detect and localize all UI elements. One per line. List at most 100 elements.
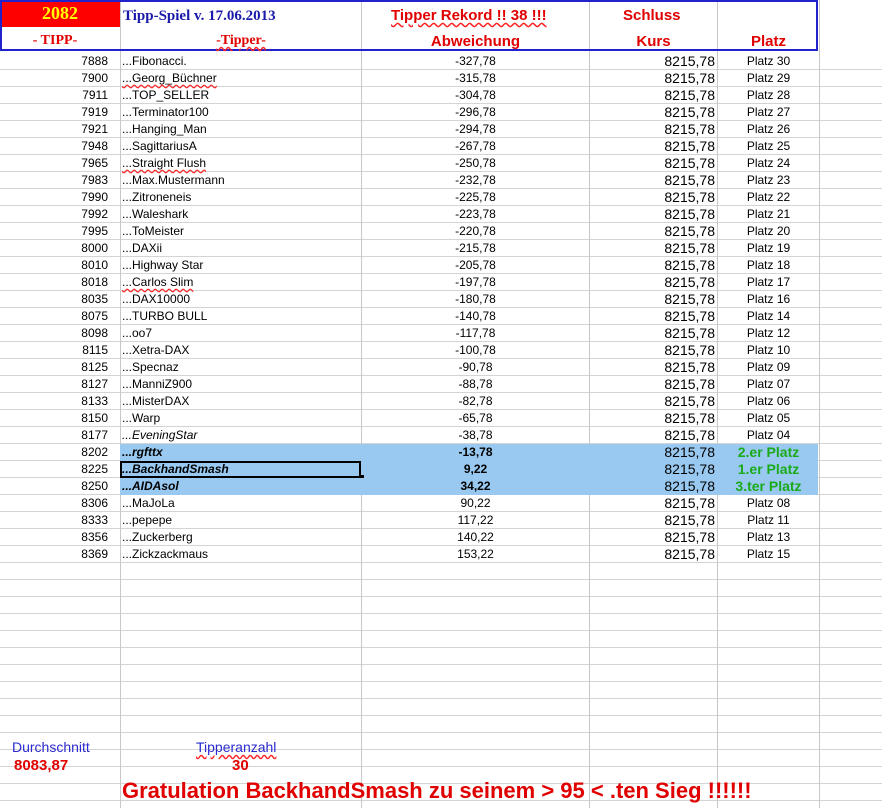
abweichung-cell[interactable]: 34,22 <box>362 478 589 495</box>
tipper-rekord[interactable]: Tipper Rekord !! 38 !!! <box>391 7 547 24</box>
tipper-cell[interactable]: ...MaJoLa <box>122 495 360 512</box>
table-row[interactable]: 7948 ...SagittariusA -267,78 8215,78 Platz 2… <box>0 138 882 155</box>
platz-cell[interactable]: Platz 28 <box>718 87 819 104</box>
col-header-tipper[interactable]: -Tipper- <box>121 33 361 49</box>
platz-cell[interactable]: Platz 06 <box>718 393 819 410</box>
abweichung-cell[interactable]: -225,78 <box>362 189 589 206</box>
tipper-cell[interactable]: ...Fibonacci. <box>122 53 360 70</box>
platz-cell[interactable]: Platz 16 <box>718 291 819 308</box>
tipp-cell[interactable]: 7992 <box>0 206 108 223</box>
kurs-cell[interactable]: 8215,78 <box>590 512 715 529</box>
tipper-cell[interactable]: ...Zitroneneis <box>122 189 360 206</box>
tipp-cell[interactable]: 8018 <box>0 274 108 291</box>
abweichung-cell[interactable]: -304,78 <box>362 87 589 104</box>
abweichung-cell[interactable]: -197,78 <box>362 274 589 291</box>
col-header-tipp[interactable]: - TIPP- <box>0 33 110 49</box>
tipper-cell[interactable]: ...Xetra-DAX <box>122 342 360 359</box>
kurs-cell[interactable]: 8215,78 <box>590 444 715 461</box>
table-row[interactable]: 8018 ...Carlos Slim -197,78 8215,78 Platz 17 <box>0 274 882 291</box>
tipper-cell[interactable]: ...MisterDAX <box>122 393 360 410</box>
tipp-cell[interactable]: 7990 <box>0 189 108 206</box>
tipp-cell[interactable]: 8333 <box>0 512 108 529</box>
table-row[interactable]: 7911 ...TOP_SELLER -304,78 8215,78 Platz 28 <box>0 87 882 104</box>
tipper-cell[interactable]: ...Specnaz <box>122 359 360 376</box>
kurs-cell[interactable]: 8215,78 <box>590 155 715 172</box>
kurs-cell[interactable]: 8215,78 <box>590 70 715 87</box>
kurs-cell[interactable]: 8215,78 <box>590 138 715 155</box>
platz-cell[interactable]: Platz 24 <box>718 155 819 172</box>
tipper-cell[interactable]: ...Waleshark <box>122 206 360 223</box>
tipper-cell[interactable]: ...pepepe <box>122 512 360 529</box>
table-row[interactable]: 8098 ...oo7 -117,78 8215,78 Platz 12 <box>0 325 882 342</box>
abweichung-cell[interactable]: 90,22 <box>362 495 589 512</box>
tipp-cell[interactable]: 8250 <box>0 478 108 495</box>
abweichung-cell[interactable]: -232,78 <box>362 172 589 189</box>
tipp-cell[interactable]: 8369 <box>0 546 108 563</box>
tipp-cell[interactable]: 8177 <box>0 427 108 444</box>
tipp-cell[interactable]: 7965 <box>0 155 108 172</box>
platz-cell[interactable]: Platz 17 <box>718 274 819 291</box>
abweichung-cell[interactable]: -117,78 <box>362 325 589 342</box>
platz-cell[interactable]: Platz 12 <box>718 325 819 342</box>
kurs-cell[interactable]: 8215,78 <box>590 478 715 495</box>
congratulation-banner[interactable]: Gratulation BackhandSmash zu seinem > 95… <box>122 778 752 804</box>
table-row[interactable]: 8075 ...TURBO BULL -140,78 8215,78 Platz 14 <box>0 308 882 325</box>
kurs-cell[interactable]: 8215,78 <box>590 393 715 410</box>
platz-cell[interactable]: 1.er Platz <box>718 461 819 478</box>
kurs-cell[interactable]: 8215,78 <box>590 325 715 342</box>
table-row[interactable]: 8306 ...MaJoLa 90,22 8215,78 Platz 08 <box>0 495 882 512</box>
tipp-cell[interactable]: 8000 <box>0 240 108 257</box>
tipp-cell[interactable]: 8202 <box>0 444 108 461</box>
tipp-cell[interactable]: 8133 <box>0 393 108 410</box>
platz-cell[interactable]: Platz 09 <box>718 359 819 376</box>
table-row[interactable]: 7992 ...Waleshark -223,78 8215,78 Platz 21 <box>0 206 882 223</box>
tipper-cell[interactable]: ...AIDAsol <box>122 478 360 495</box>
platz-cell[interactable]: Platz 08 <box>718 495 819 512</box>
tipper-cell[interactable]: ...Straight Flush <box>122 155 360 172</box>
abweichung-cell[interactable]: -205,78 <box>362 257 589 274</box>
tipp-cell[interactable]: 7995 <box>0 223 108 240</box>
tipp-cell[interactable]: 8127 <box>0 376 108 393</box>
tipp-cell[interactable]: 8115 <box>0 342 108 359</box>
kurs-cell[interactable]: 8215,78 <box>590 172 715 189</box>
tipp-cell[interactable]: 7983 <box>0 172 108 189</box>
col-header-kurs[interactable]: Kurs <box>590 33 717 50</box>
platz-cell[interactable]: Platz 05 <box>718 410 819 427</box>
kurs-cell[interactable]: 8215,78 <box>590 291 715 308</box>
abweichung-cell[interactable]: 9,22 <box>362 461 589 478</box>
abweichung-cell[interactable]: -90,78 <box>362 359 589 376</box>
platz-cell[interactable]: Platz 18 <box>718 257 819 274</box>
tipp-cell[interactable]: 8356 <box>0 529 108 546</box>
durchschnitt-value[interactable]: 8083,87 <box>14 757 68 774</box>
abweichung-cell[interactable]: -267,78 <box>362 138 589 155</box>
abweichung-cell[interactable]: -180,78 <box>362 291 589 308</box>
table-row[interactable]: 8000 ...DAXii -215,78 8215,78 Platz 19 <box>0 240 882 257</box>
abweichung-cell[interactable]: -88,78 <box>362 376 589 393</box>
table-row[interactable]: 8035 ...DAX10000 -180,78 8215,78 Platz 16 <box>0 291 882 308</box>
abweichung-cell[interactable]: 117,22 <box>362 512 589 529</box>
abweichung-cell[interactable]: -215,78 <box>362 240 589 257</box>
kurs-cell[interactable]: 8215,78 <box>590 495 715 512</box>
kurs-cell[interactable]: 8215,78 <box>590 274 715 291</box>
tipperanzahl-label[interactable]: Tipperanzahl <box>196 739 276 755</box>
platz-cell[interactable]: Platz 11 <box>718 512 819 529</box>
tipper-cell[interactable]: ...Max.Mustermann <box>122 172 360 189</box>
platz-cell[interactable]: Platz 13 <box>718 529 819 546</box>
table-row[interactable]: 7995 ...ToMeister -220,78 8215,78 Platz 20 <box>0 223 882 240</box>
platz-cell[interactable]: Platz 14 <box>718 308 819 325</box>
platz-cell[interactable]: Platz 26 <box>718 121 819 138</box>
table-row[interactable]: 8333 ...pepepe 117,22 8215,78 Platz 11 <box>0 512 882 529</box>
kurs-cell[interactable]: 8215,78 <box>590 87 715 104</box>
table-row[interactable]: 8177 ...EveningStar -38,78 8215,78 Platz 04 <box>0 427 882 444</box>
table-row[interactable]: 7919 ...Terminator100 -296,78 8215,78 Platz … <box>0 104 882 121</box>
platz-cell[interactable]: 3.ter Platz <box>718 478 819 495</box>
tipp-cell[interactable]: 7900 <box>0 70 108 87</box>
platz-cell[interactable]: Platz 30 <box>718 53 819 70</box>
durchschnitt-label[interactable]: Durchschnitt <box>12 739 90 755</box>
tipp-cell[interactable]: 8125 <box>0 359 108 376</box>
abweichung-cell[interactable]: 140,22 <box>362 529 589 546</box>
platz-cell[interactable]: Platz 27 <box>718 104 819 121</box>
kurs-cell[interactable]: 8215,78 <box>590 461 715 478</box>
game-title[interactable]: Tipp-Spiel v. 17.06.2013 <box>123 8 276 25</box>
kurs-cell[interactable]: 8215,78 <box>590 257 715 274</box>
